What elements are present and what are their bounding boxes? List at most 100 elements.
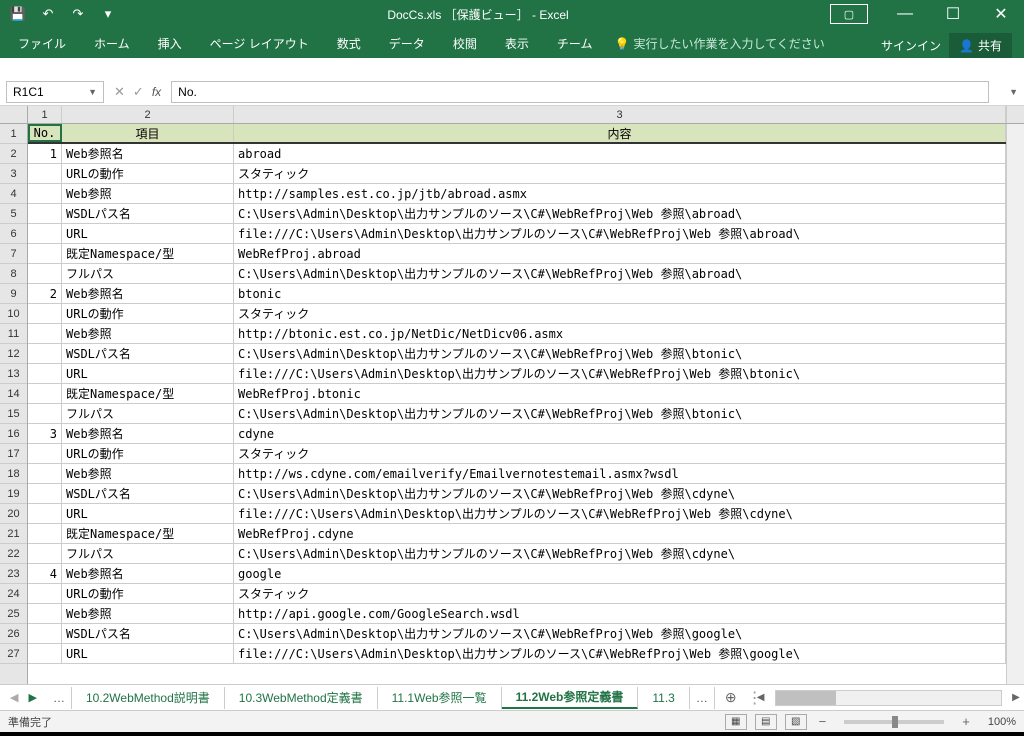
cell[interactable]: C:\Users\Admin\Desktop\出力サンプルのソース\C#\Web…	[234, 264, 1006, 283]
cell[interactable]	[28, 304, 62, 323]
cell[interactable]: file:///C:\Users\Admin\Desktop\出力サンプルのソー…	[234, 364, 1006, 383]
page-layout-view-icon[interactable]: ▤	[755, 714, 777, 730]
cell[interactable]: Web参照	[62, 184, 234, 203]
cell[interactable]: スタティック	[234, 164, 1006, 183]
page-break-view-icon[interactable]: ▧	[785, 714, 807, 730]
cell[interactable]: C:\Users\Admin\Desktop\出力サンプルのソース\C#\Web…	[234, 404, 1006, 423]
cell[interactable]: Web参照	[62, 324, 234, 343]
cell[interactable]: 1	[28, 144, 62, 163]
tell-me-search[interactable]: 💡実行したい作業を入力してください	[606, 29, 832, 58]
share-button[interactable]: 👤共有	[949, 33, 1012, 58]
cell[interactable]: Web参照名	[62, 144, 234, 163]
cell[interactable]	[28, 264, 62, 283]
cell[interactable]: フルパス	[62, 544, 234, 563]
cell[interactable]: Web参照名	[62, 284, 234, 303]
ribbon-tab[interactable]: ページ レイアウト	[196, 29, 323, 58]
cell[interactable]: スタティック	[234, 444, 1006, 463]
row-header[interactable]: 21	[0, 524, 27, 544]
ribbon-tab[interactable]: データ	[375, 29, 439, 58]
sheet-tab[interactable]: 10.3WebMethod定義書	[225, 687, 378, 709]
row-header[interactable]: 19	[0, 484, 27, 504]
row-header[interactable]: 18	[0, 464, 27, 484]
hscroll-thumb[interactable]	[776, 691, 836, 705]
sheet-ellipsis-left[interactable]: …	[47, 687, 72, 709]
row-header[interactable]: 20	[0, 504, 27, 524]
cell[interactable]: file:///C:\Users\Admin\Desktop\出力サンプルのソー…	[234, 644, 1006, 663]
cell[interactable]: http://samples.est.co.jp/jtb/abroad.asmx	[234, 184, 1006, 203]
cancel-formula-icon[interactable]: ✕	[114, 84, 125, 100]
hscroll-left-icon[interactable]: ◀	[753, 690, 769, 706]
row-header[interactable]: 7	[0, 244, 27, 264]
cell[interactable]: file:///C:\Users\Admin\Desktop\出力サンプルのソー…	[234, 504, 1006, 523]
cell[interactable]: 既定Namespace/型	[62, 244, 234, 263]
column-header[interactable]: 3	[234, 106, 1006, 123]
cell[interactable]: 2	[28, 284, 62, 303]
signin-link[interactable]: サインイン	[881, 37, 941, 54]
row-header[interactable]: 17	[0, 444, 27, 464]
cell[interactable]: file:///C:\Users\Admin\Desktop\出力サンプルのソー…	[234, 224, 1006, 243]
zoom-out-button[interactable]: −	[815, 714, 831, 729]
cell[interactable]	[28, 484, 62, 503]
cell[interactable]: フルパス	[62, 264, 234, 283]
cell[interactable]	[28, 324, 62, 343]
formula-bar[interactable]: No.	[171, 81, 989, 103]
horizontal-scrollbar[interactable]	[775, 690, 1002, 706]
ribbon-tab[interactable]: 数式	[323, 29, 375, 58]
cell[interactable]: 既定Namespace/型	[62, 384, 234, 403]
fx-icon[interactable]: fx	[152, 85, 161, 99]
cell[interactable]: http://ws.cdyne.com/emailverify/Emailver…	[234, 464, 1006, 483]
cell[interactable]: C:\Users\Admin\Desktop\出力サンプルのソース\C#\Web…	[234, 204, 1006, 223]
cell[interactable]: Web参照	[62, 604, 234, 623]
ribbon-tab[interactable]: ホーム	[80, 29, 144, 58]
vertical-scrollbar[interactable]	[1006, 124, 1024, 684]
row-header[interactable]: 24	[0, 584, 27, 604]
cell[interactable]	[28, 604, 62, 623]
row-header[interactable]: 10	[0, 304, 27, 324]
cell[interactable]: C:\Users\Admin\Desktop\出力サンプルのソース\C#\Web…	[234, 484, 1006, 503]
undo-icon[interactable]: ↶	[40, 6, 56, 22]
chevron-down-icon[interactable]: ▼	[88, 87, 97, 97]
cell[interactable]: URL	[62, 224, 234, 243]
cell[interactable]: WSDLパス名	[62, 344, 234, 363]
cell[interactable]	[28, 464, 62, 483]
cell[interactable]: Web参照名	[62, 424, 234, 443]
cell[interactable]: cdyne	[234, 424, 1006, 443]
cell[interactable]: WebRefProj.btonic	[234, 384, 1006, 403]
zoom-slider-thumb[interactable]	[892, 716, 898, 728]
select-all-corner[interactable]	[0, 106, 28, 124]
cell[interactable]	[28, 164, 62, 183]
row-header[interactable]: 6	[0, 224, 27, 244]
row-header[interactable]: 1	[0, 124, 27, 144]
formula-expand-icon[interactable]: ▼	[1009, 87, 1024, 97]
header-cell[interactable]: No.	[28, 124, 62, 142]
cell[interactable]: WebRefProj.cdyne	[234, 524, 1006, 543]
cell[interactable]: C:\Users\Admin\Desktop\出力サンプルのソース\C#\Web…	[234, 344, 1006, 363]
cell[interactable]: 3	[28, 424, 62, 443]
sheet-tab[interactable]: 11.2Web参照定義書	[502, 687, 639, 709]
cell[interactable]	[28, 244, 62, 263]
cell[interactable]: WebRefProj.abroad	[234, 244, 1006, 263]
qat-more-icon[interactable]: ▾	[100, 6, 116, 22]
cell[interactable]	[28, 184, 62, 203]
row-header[interactable]: 16	[0, 424, 27, 444]
cell[interactable]: URL	[62, 644, 234, 663]
cell[interactable]	[28, 504, 62, 523]
cell[interactable]: http://api.google.com/GoogleSearch.wsdl	[234, 604, 1006, 623]
cell[interactable]: abroad	[234, 144, 1006, 163]
cell[interactable]: URLの動作	[62, 584, 234, 603]
cell[interactable]: URLの動作	[62, 164, 234, 183]
row-header[interactable]: 3	[0, 164, 27, 184]
row-header[interactable]: 8	[0, 264, 27, 284]
ribbon-tab[interactable]: 表示	[491, 29, 543, 58]
cell[interactable]	[28, 364, 62, 383]
row-header[interactable]: 27	[0, 644, 27, 664]
cell[interactable]: http://btonic.est.co.jp/NetDic/NetDicv06…	[234, 324, 1006, 343]
cell[interactable]: URLの動作	[62, 444, 234, 463]
row-header[interactable]: 26	[0, 624, 27, 644]
cell[interactable]	[28, 544, 62, 563]
row-header[interactable]: 9	[0, 284, 27, 304]
cell[interactable]: btonic	[234, 284, 1006, 303]
row-header[interactable]: 15	[0, 404, 27, 424]
sheet-ellipsis-right[interactable]: …	[690, 687, 715, 709]
cell[interactable]	[28, 404, 62, 423]
